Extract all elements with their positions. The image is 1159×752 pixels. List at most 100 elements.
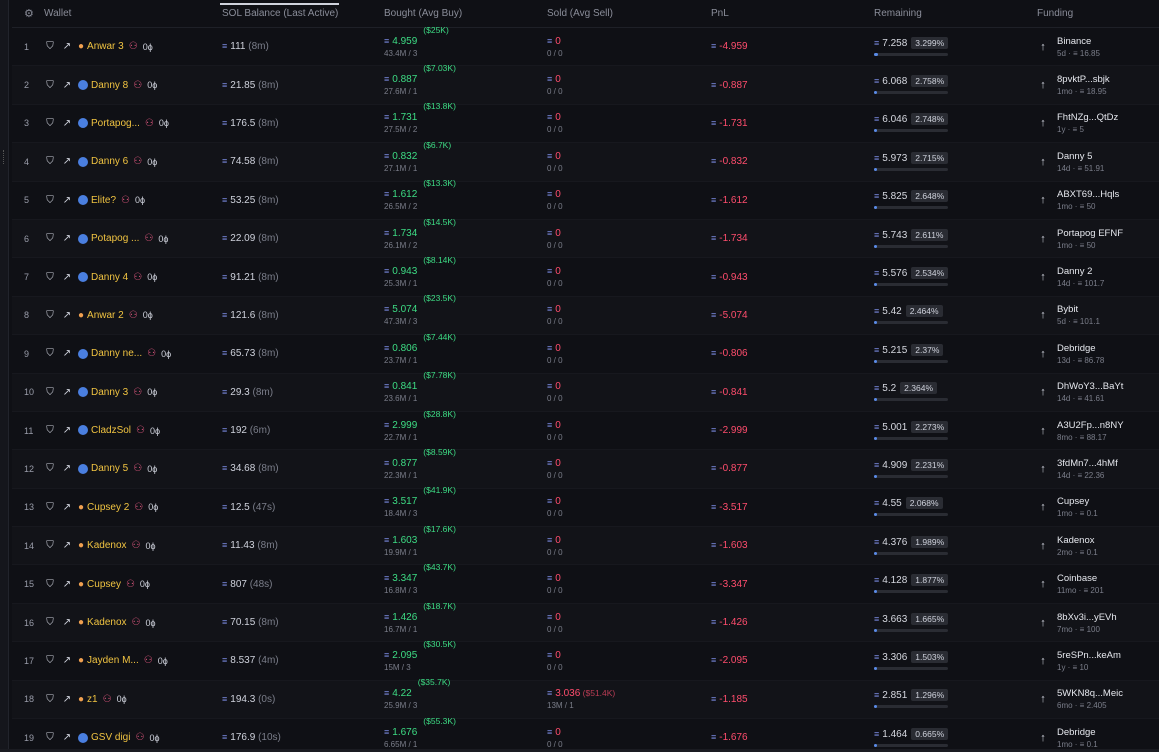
external-link-icon[interactable]: ↗ [61, 194, 73, 206]
filter-icon[interactable]: ⛉ [44, 41, 56, 53]
header-funding[interactable]: Funding [1037, 8, 1159, 19]
wallet-name[interactable]: Potapog ... [78, 233, 139, 244]
external-link-icon[interactable]: ↗ [61, 732, 73, 744]
resize-grip[interactable] [3, 150, 5, 164]
filter-icon[interactable]: ⛉ [44, 79, 56, 91]
table-row[interactable]: 8 ⛉ ↗ ● Anwar 2 ⚇ 0ϕ ≡ 121.6 (8m) ≡ 5.074($23.5K) 4… [12, 293, 1159, 336]
external-link-icon[interactable]: ↗ [61, 233, 73, 245]
table-row[interactable]: 1 ⛉ ↗ ● Anwar 3 ⚇ 0ϕ ≡ 111 (8m) ≡ 4.959($25K) 43.4M… [12, 25, 1159, 67]
table-row[interactable]: 11 ⛉ ↗ CladzSol ⚇ 0ϕ ≡ 192 (6m) ≡ 2.999($28.8K) 22… [12, 409, 1159, 451]
wallet-name[interactable]: ● Kadenox [78, 540, 127, 551]
filter-icon[interactable]: ⛉ [44, 309, 56, 321]
header-sol-balance[interactable]: SOL Balance (Last Active) [220, 8, 384, 19]
filter-icon[interactable]: ⛉ [44, 425, 56, 437]
wallet-name[interactable]: Danny 8 [78, 80, 128, 91]
filter-icon[interactable]: ⛉ [44, 233, 56, 245]
funding-cell[interactable]: ↑ 5WKN8q...Meic 6mo · ≡ 2.405 [1037, 688, 1159, 710]
wallet-name[interactable]: Danny 4 [78, 272, 128, 283]
table-row[interactable]: 9 ⛉ ↗ Danny ne... ⚇ 0ϕ ≡ 65.73 (8m) ≡ 0.806($7.44… [12, 332, 1159, 374]
table-row[interactable]: 16 ⛉ ↗ ● Kadenox ⚇ 0ϕ ≡ 70.15 (8m) ≡ 1.426($18.7K)… [12, 601, 1159, 643]
funding-cell[interactable]: ↑ 5reSPn...keAm 1y · ≡ 10 [1037, 650, 1159, 672]
external-link-icon[interactable]: ↗ [61, 425, 73, 437]
funding-cell[interactable]: ↑ ABXT69...Hqls 1mo · ≡ 50 [1037, 189, 1159, 211]
table-row[interactable]: 17 ⛉ ↗ ● Jayden M... ⚇ 0ϕ ≡ 8.537 (4m) ≡ 2.095($30… [12, 639, 1159, 681]
wallet-name[interactable]: ● Anwar 2 [78, 310, 124, 321]
wallet-name[interactable]: ● Jayden M... [78, 655, 139, 666]
header-bought[interactable]: Bought (Avg Buy) [384, 8, 547, 19]
funding-cell[interactable]: ↑ 8bXv3i...yEVh 7mo · ≡ 100 [1037, 612, 1159, 634]
table-row[interactable]: 5 ⛉ ↗ Elite? ⚇ 0ϕ ≡ 53.25 (8m) ≡ 1.612($13.3K) 26.… [12, 178, 1159, 220]
external-link-icon[interactable]: ↗ [61, 348, 73, 360]
funding-cell[interactable]: ↑ Bybit 5d · ≡ 101.1 [1037, 304, 1159, 326]
funding-cell[interactable]: ↑ FhtNZg...QtDz 1y · ≡ 5 [1037, 112, 1159, 134]
filter-icon[interactable]: ⛉ [44, 732, 56, 744]
funding-cell[interactable]: ↑ Debridge 13d · ≡ 86.78 [1037, 343, 1159, 365]
table-row[interactable]: 19 ⛉ ↗ GSV digi ⚇ 0ϕ ≡ 176.9 (10s) ≡ 1.676($55.3K… [12, 716, 1159, 752]
external-link-icon[interactable]: ↗ [61, 463, 73, 475]
filter-icon[interactable]: ⛉ [44, 578, 56, 590]
funding-cell[interactable]: ↑ 3fdMn7...4hMf 14d · ≡ 22.36 [1037, 458, 1159, 480]
table-row[interactable]: 6 ⛉ ↗ Potapog ... ⚇ 0ϕ ≡ 22.09 (8m) ≡ 1.734($14.5… [12, 217, 1159, 259]
table-row[interactable]: 7 ⛉ ↗ Danny 4 ⚇ 0ϕ ≡ 91.21 (8m) ≡ 0.943($8.14K) 25… [12, 255, 1159, 297]
funding-cell[interactable]: ↑ Cupsey 1mo · ≡ 0.1 [1037, 496, 1159, 518]
wallet-name[interactable]: ● z1 [78, 694, 98, 705]
table-row[interactable]: 13 ⛉ ↗ ● Cupsey 2 ⚇ 0ϕ ≡ 12.5 (47s) ≡ 3.517($41.9K… [12, 485, 1159, 528]
funding-cell[interactable]: ↑ A3U2Fp...n8NY 8mo · ≡ 88.17 [1037, 420, 1159, 442]
wallet-name[interactable]: GSV digi [78, 732, 130, 743]
table-row[interactable]: 3 ⛉ ↗ Portapog... ⚇ 0ϕ ≡ 176.5 (8m) ≡ 1.731($13.8… [12, 101, 1159, 144]
filter-icon[interactable]: ⛉ [44, 271, 56, 283]
table-row[interactable]: 14 ⛉ ↗ ● Kadenox ⚇ 0ϕ ≡ 11.43 (8m) ≡ 1.603($17.6K)… [12, 524, 1159, 566]
wallet-name[interactable]: CladzSol [78, 425, 131, 436]
table-row[interactable]: 2 ⛉ ↗ Danny 8 ⚇ 0ϕ ≡ 21.85 (8m) ≡ 0.887($7.03K) 27… [12, 63, 1159, 105]
wallet-name[interactable]: Danny ne... [78, 348, 142, 359]
funding-cell[interactable]: ↑ DhWoY3...BaYt 14d · ≡ 41.61 [1037, 381, 1159, 403]
wallet-name[interactable]: ● Cupsey 2 [78, 502, 129, 513]
external-link-icon[interactable]: ↗ [61, 386, 73, 398]
header-pnl[interactable]: PnL [711, 8, 874, 19]
wallet-name[interactable]: ● Anwar 3 [78, 41, 124, 52]
filter-icon[interactable]: ⛉ [44, 617, 56, 629]
wallet-name[interactable]: Danny 6 [78, 156, 128, 167]
wallet-name[interactable]: Elite? [78, 195, 116, 206]
wallet-name[interactable]: Portapog... [78, 118, 140, 129]
funding-cell[interactable]: ↑ Danny 2 14d · ≡ 101.7 [1037, 266, 1159, 288]
table-row[interactable]: 12 ⛉ ↗ Danny 5 ⚇ 0ϕ ≡ 34.68 (8m) ≡ 0.877($8.59K) 2… [12, 447, 1159, 489]
header-remaining[interactable]: Remaining [874, 8, 1037, 19]
table-row[interactable]: 4 ⛉ ↗ Danny 6 ⚇ 0ϕ ≡ 74.58 (8m) ≡ 0.832($6.7K) 27.… [12, 140, 1159, 182]
filter-icon[interactable]: ⛉ [44, 693, 56, 705]
filter-icon[interactable]: ⛉ [44, 501, 56, 513]
external-link-icon[interactable]: ↗ [61, 79, 73, 91]
table-row[interactable]: 15 ⛉ ↗ ● Cupsey ⚇ 0ϕ ≡ 807 (48s) ≡ 3.347($43.7K) 16… [12, 562, 1159, 604]
external-link-icon[interactable]: ↗ [61, 540, 73, 552]
external-link-icon[interactable]: ↗ [61, 41, 73, 53]
header-sold[interactable]: Sold (Avg Sell) [547, 8, 711, 19]
funding-cell[interactable]: ↑ Danny 5 14d · ≡ 51.91 [1037, 151, 1159, 173]
external-link-icon[interactable]: ↗ [61, 309, 73, 321]
external-link-icon[interactable]: ↗ [61, 617, 73, 629]
filter-icon[interactable]: ⛉ [44, 655, 56, 667]
funding-cell[interactable]: ↑ Kadenox 2mo · ≡ 0.1 [1037, 535, 1159, 557]
filter-icon[interactable]: ⛉ [44, 194, 56, 206]
settings-gear-icon[interactable]: ⚙ [12, 7, 44, 20]
external-link-icon[interactable]: ↗ [61, 156, 73, 168]
filter-icon[interactable]: ⛉ [44, 386, 56, 398]
filter-icon[interactable]: ⛉ [44, 117, 56, 129]
wallet-name[interactable]: ● Kadenox [78, 617, 127, 628]
funding-cell[interactable]: ↑ 8pvktP...sbjk 1mo · ≡ 18.95 [1037, 74, 1159, 96]
external-link-icon[interactable]: ↗ [61, 271, 73, 283]
table-row[interactable]: 18 ⛉ ↗ ● z1 ⚇ 0ϕ ≡ 194.3 (0s) ≡ 4.22($35.7K) 25.9M … [12, 677, 1159, 720]
table-row[interactable]: 10 ⛉ ↗ Danny 3 ⚇ 0ϕ ≡ 29.3 (8m) ≡ 0.841($7.78K) 23… [12, 370, 1159, 412]
funding-cell[interactable]: ↑ Coinbase 11mo · ≡ 201 [1037, 573, 1159, 595]
funding-cell[interactable]: ↑ Debridge 1mo · ≡ 0.1 [1037, 727, 1159, 749]
filter-icon[interactable]: ⛉ [44, 156, 56, 168]
external-link-icon[interactable]: ↗ [61, 117, 73, 129]
external-link-icon[interactable]: ↗ [61, 501, 73, 513]
wallet-name[interactable]: Danny 3 [78, 387, 128, 398]
funding-cell[interactable]: ↑ Binance 5d · ≡ 16.85 [1037, 36, 1159, 58]
wallet-name[interactable]: Danny 5 [78, 463, 128, 474]
external-link-icon[interactable]: ↗ [61, 693, 73, 705]
wallet-name[interactable]: ● Cupsey [78, 579, 121, 590]
filter-icon[interactable]: ⛉ [44, 463, 56, 475]
filter-icon[interactable]: ⛉ [44, 540, 56, 552]
filter-icon[interactable]: ⛉ [44, 348, 56, 360]
